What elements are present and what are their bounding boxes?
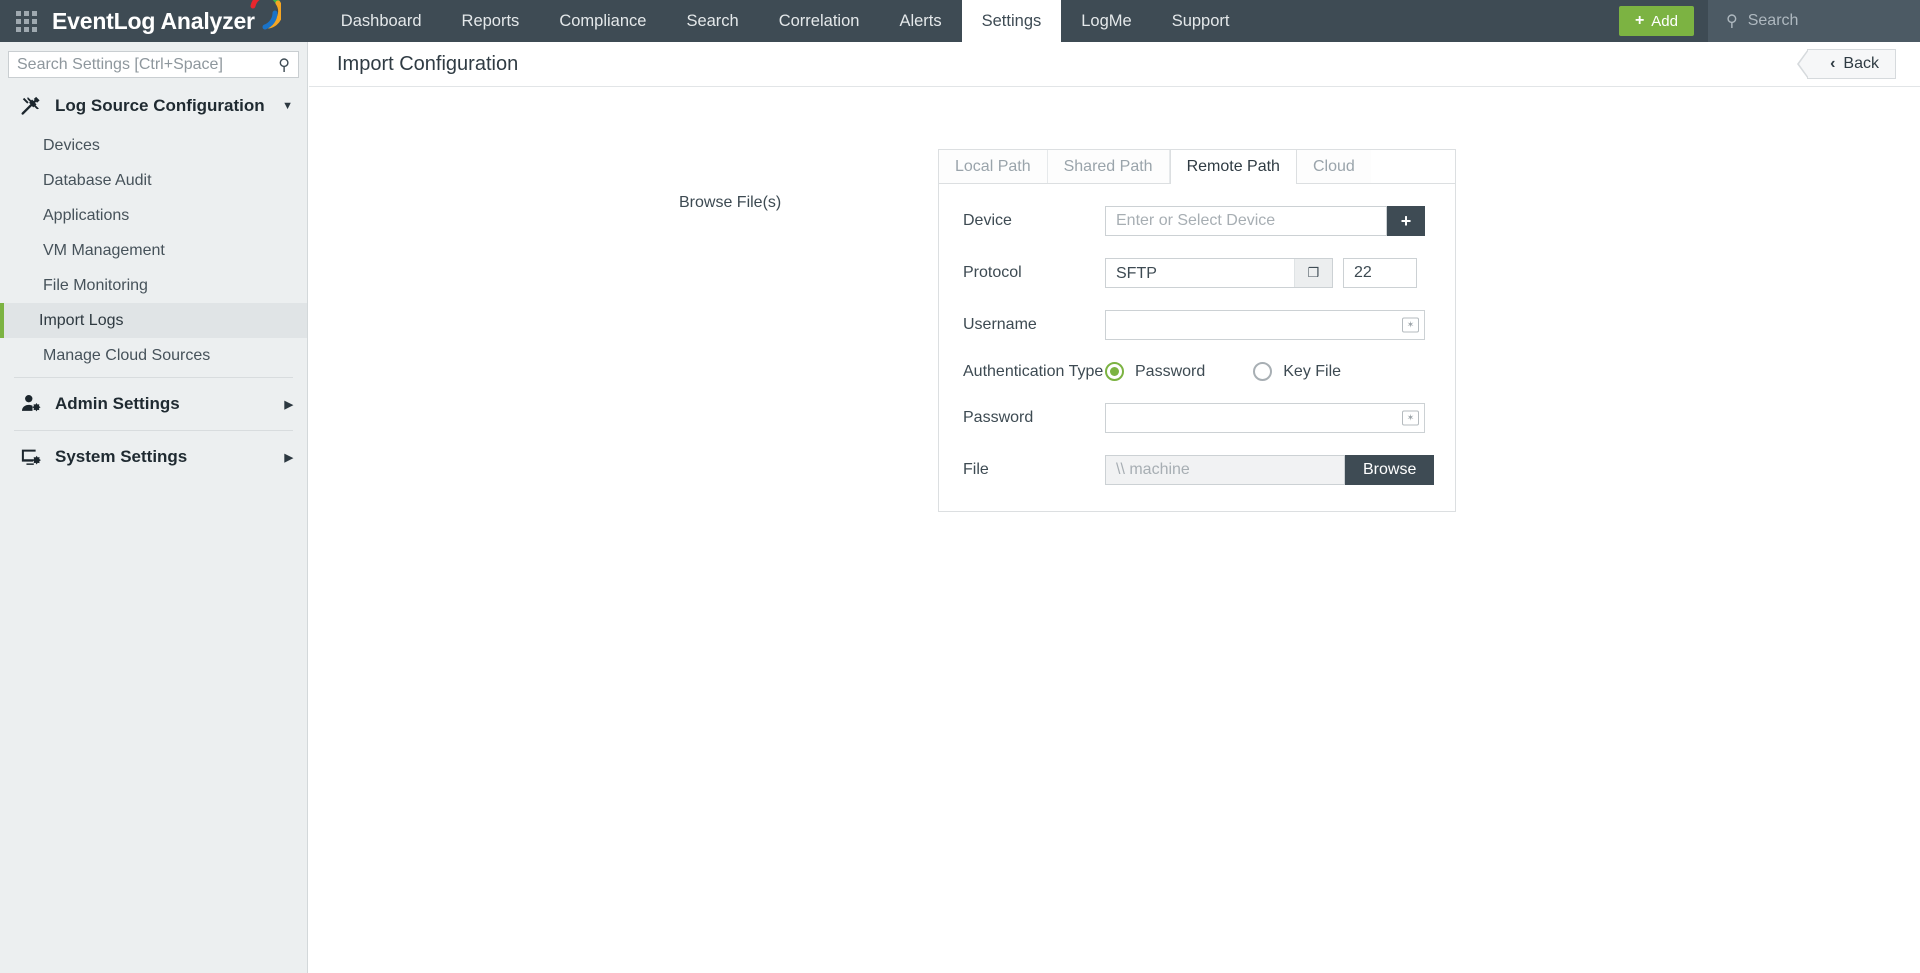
sidebar-divider: [14, 377, 293, 378]
file-path-input[interactable]: [1105, 455, 1345, 485]
radio-key-file[interactable]: Key File: [1253, 362, 1341, 381]
search-icon[interactable]: ⚲: [278, 55, 290, 75]
chevron-down-icon[interactable]: ▼: [282, 100, 293, 112]
tab-cloud[interactable]: Cloud: [1296, 150, 1371, 183]
manageengine-arc-icon: [250, 0, 281, 30]
tab-remote-path[interactable]: Remote Path: [1169, 150, 1297, 184]
back-button[interactable]: ‹ Back: [1797, 49, 1896, 79]
sidebar-section-title: Log Source Configuration: [55, 96, 265, 115]
panel-body: Device + Protocol SFTPFTPSCP ❒: [938, 183, 1456, 512]
sidebar-item-applications[interactable]: Applications: [0, 198, 307, 233]
sidebar-item-devices[interactable]: Devices: [0, 128, 307, 163]
password-manager-icon[interactable]: ✶: [1402, 410, 1419, 426]
tools-icon: [16, 95, 46, 117]
device-input[interactable]: [1105, 206, 1387, 236]
nav-item-settings[interactable]: Settings: [961, 0, 1062, 42]
nav-item-reports[interactable]: Reports: [442, 0, 540, 42]
sidebar-section-title: Admin Settings: [55, 394, 180, 413]
file-label: File: [963, 461, 989, 478]
browse-files-label: Browse File(s): [679, 194, 782, 211]
add-device-button[interactable]: +: [1387, 206, 1425, 236]
sidebar-item-database-audit[interactable]: Database Audit: [0, 163, 307, 198]
nav-item-dashboard[interactable]: Dashboard: [321, 0, 442, 42]
settings-search-input[interactable]: [17, 55, 279, 74]
main-nav: Dashboard Reports Compliance Search Corr…: [321, 0, 1250, 42]
username-row: Username ✶: [963, 310, 1431, 340]
main-content: Import Configuration ‹ Back Browse File(…: [309, 42, 1920, 973]
password-input[interactable]: [1105, 403, 1425, 433]
radio-password-label: Password: [1135, 362, 1206, 380]
page-header: Import Configuration ‹ Back: [309, 42, 1920, 87]
authentication-type-row: Authentication Type Password Key File: [963, 362, 1431, 381]
protocol-row: Protocol SFTPFTPSCP ❒: [963, 258, 1431, 288]
protocol-select[interactable]: SFTPFTPSCP: [1106, 259, 1332, 287]
authentication-type-label: Authentication Type: [963, 362, 1104, 380]
remote-path-panel: Local Path Shared Path Remote Path Cloud…: [938, 149, 1456, 512]
nav-item-logme[interactable]: LogMe: [1061, 0, 1151, 42]
page-title: Import Configuration: [337, 52, 519, 75]
settings-sidebar: ⚲ Log Source Configuration ▼ Devices Dat…: [0, 42, 308, 973]
sidebar-item-manage-cloud-sources[interactable]: Manage Cloud Sources: [0, 338, 307, 373]
device-label: Device: [963, 212, 1012, 229]
chevron-left-icon: ‹: [1830, 55, 1836, 72]
sidebar-section-admin-settings[interactable]: Admin Settings ▶: [0, 382, 307, 426]
nav-item-alerts[interactable]: Alerts: [879, 0, 961, 42]
top-header: EventLog Analyzer Dashboard Reports Comp…: [0, 0, 1920, 42]
chevron-right-icon[interactable]: ▶: [285, 398, 293, 411]
username-input[interactable]: [1105, 310, 1425, 340]
settings-search-box[interactable]: ⚲: [8, 51, 299, 78]
apps-grid-icon[interactable]: [0, 0, 52, 42]
device-row: Device +: [963, 206, 1431, 236]
tab-local-path[interactable]: Local Path: [939, 150, 1048, 183]
radio-password[interactable]: Password: [1105, 362, 1205, 381]
brand-name: EventLog Analyzer: [52, 7, 255, 34]
password-manager-icon[interactable]: ✶: [1402, 317, 1419, 333]
user-gear-icon: [16, 393, 46, 415]
sidebar-item-vm-management[interactable]: VM Management: [0, 233, 307, 268]
global-search-placeholder: Search: [1747, 12, 1799, 29]
monitor-gear-icon: [16, 446, 46, 468]
nav-item-search[interactable]: Search: [666, 0, 758, 42]
brand-logo[interactable]: EventLog Analyzer: [52, 0, 281, 42]
port-input[interactable]: [1343, 258, 1417, 288]
nav-item-support[interactable]: Support: [1152, 0, 1250, 42]
back-button-label: Back: [1843, 55, 1879, 72]
file-row: File Browse: [963, 455, 1435, 485]
header-actions: + Add ⚲ Search: [1618, 0, 1920, 42]
sidebar-item-import-logs[interactable]: Import Logs: [0, 303, 307, 338]
browse-button[interactable]: Browse: [1345, 455, 1435, 485]
import-configuration-form: Browse File(s) Local Path Shared Path Re…: [309, 87, 1920, 512]
sidebar-section-log-source-configuration[interactable]: Log Source Configuration ▼: [0, 84, 307, 128]
search-icon: ⚲: [1726, 13, 1738, 30]
plus-icon: +: [1634, 12, 1645, 29]
protocol-select-wrapper[interactable]: SFTPFTPSCP ❒: [1105, 258, 1333, 288]
password-label: Password: [963, 409, 1034, 426]
sidebar-item-file-monitoring[interactable]: File Monitoring: [0, 268, 307, 303]
chevron-right-icon[interactable]: ▶: [285, 451, 293, 464]
sidebar-divider: [14, 430, 293, 431]
nav-item-compliance[interactable]: Compliance: [539, 0, 666, 42]
radio-dot-icon: [1105, 362, 1124, 381]
protocol-label: Protocol: [963, 264, 1022, 281]
tab-shared-path[interactable]: Shared Path: [1047, 150, 1170, 183]
radio-dot-icon: [1253, 362, 1273, 381]
nav-item-correlation[interactable]: Correlation: [759, 0, 880, 42]
global-search-box[interactable]: ⚲ Search: [1708, 0, 1920, 42]
password-row: Password ✶: [963, 403, 1431, 433]
sidebar-section-system-settings[interactable]: System Settings ▶: [0, 435, 307, 479]
add-button[interactable]: + Add: [1618, 6, 1694, 36]
add-button-label: Add: [1651, 12, 1678, 30]
path-type-tabs: Local Path Shared Path Remote Path Cloud: [938, 149, 1456, 184]
sidebar-section-title: System Settings: [55, 447, 188, 466]
username-label: Username: [963, 316, 1037, 333]
radio-key-file-label: Key File: [1283, 362, 1342, 380]
